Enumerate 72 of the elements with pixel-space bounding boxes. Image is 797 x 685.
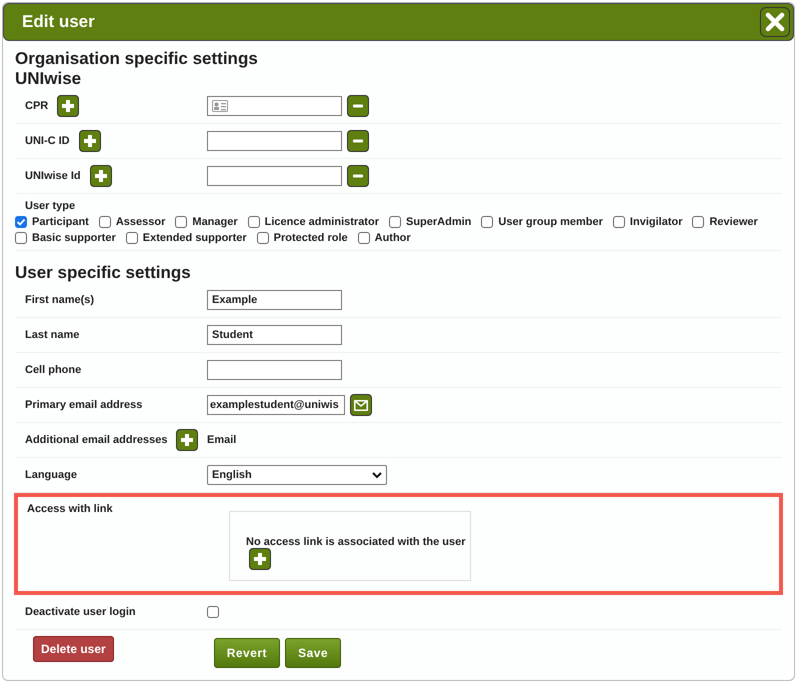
checkbox-label: SuperAdmin xyxy=(406,216,472,228)
field-label: Deactivate user login xyxy=(25,606,136,618)
checkbox[interactable] xyxy=(358,232,370,244)
checkbox[interactable] xyxy=(256,232,269,244)
remove-button[interactable] xyxy=(347,95,369,117)
language-dropdown[interactable]: English xyxy=(207,465,387,485)
input-field[interactable] xyxy=(207,96,342,116)
checkbox-label: Participant xyxy=(32,216,89,228)
checkbox[interactable] xyxy=(481,216,494,228)
field-label: Last name xyxy=(25,329,80,341)
input-field[interactable] xyxy=(207,360,342,380)
add-button[interactable] xyxy=(176,429,198,451)
checkbox[interactable] xyxy=(207,606,219,618)
save-button[interactable]: Save xyxy=(285,638,342,668)
checkbox-label: Invigilator xyxy=(630,216,682,228)
checkbox-label: Reviewer xyxy=(709,216,758,228)
email-field[interactable]: examplestudent@uniwis xyxy=(207,395,345,415)
plus-icon xyxy=(253,552,267,566)
input-field[interactable] xyxy=(207,131,342,151)
delete-button[interactable]: Delete user xyxy=(33,636,114,662)
checkbox-label: Basic supporter xyxy=(32,232,116,244)
window-title: Edit user xyxy=(22,12,95,32)
field-label: Additional email addresses xyxy=(25,434,168,446)
checkbox[interactable] xyxy=(15,216,27,228)
checkbox-label: Assessor xyxy=(116,216,166,228)
checkbox[interactable] xyxy=(98,216,111,228)
add-button[interactable] xyxy=(57,95,80,117)
field-label: First name(s) xyxy=(25,294,94,306)
checkbox-label: Manager xyxy=(192,216,238,228)
envelope-icon xyxy=(354,400,368,410)
checkbox[interactable] xyxy=(692,216,704,228)
input-field[interactable]: Example xyxy=(207,290,342,310)
remove-button[interactable] xyxy=(347,165,369,187)
close-button[interactable] xyxy=(760,7,790,37)
chevron-icon xyxy=(372,472,382,478)
checkbox-label: Author xyxy=(374,232,411,244)
checkbox[interactable] xyxy=(612,216,625,228)
remove-button[interactable] xyxy=(347,130,369,152)
checkbox[interactable] xyxy=(15,232,27,244)
plus-icon xyxy=(61,99,76,113)
add-button[interactable] xyxy=(249,548,271,570)
field-label: User type xyxy=(25,200,76,212)
checkbox-label: Extended supporter xyxy=(142,232,247,244)
add-button[interactable] xyxy=(78,130,101,152)
field-label: Language xyxy=(25,469,77,481)
mail-button[interactable] xyxy=(350,394,372,416)
field-label: CPR xyxy=(25,100,48,112)
empty-message: No access link is associated with the user xyxy=(246,536,466,548)
field-label: UNI-C ID xyxy=(25,135,70,147)
checkbox-label: Protected role xyxy=(274,232,348,244)
input-field[interactable] xyxy=(207,166,342,186)
section-heading: User specific settings xyxy=(15,263,192,283)
checkbox[interactable] xyxy=(388,216,401,228)
add-button[interactable] xyxy=(90,165,112,187)
field-label: Cell phone xyxy=(25,364,82,376)
plus-icon xyxy=(180,433,194,447)
checkbox[interactable] xyxy=(126,232,138,244)
revert-button[interactable]: Revert xyxy=(214,638,280,668)
checkbox[interactable] xyxy=(248,216,260,228)
checkbox-label: Licence administrator xyxy=(264,216,379,228)
field-label: Primary email address xyxy=(25,399,142,411)
field-label: UNIwise Id xyxy=(25,170,81,182)
input-field[interactable]: Student xyxy=(207,325,342,345)
section-heading: Organisation specific settings xyxy=(15,49,259,69)
checkbox[interactable] xyxy=(175,216,188,228)
column-label: Email xyxy=(207,434,236,446)
id-card-icon xyxy=(212,100,228,112)
checkbox-label: User group member xyxy=(498,216,603,228)
plus-icon xyxy=(94,169,108,183)
plus-icon xyxy=(82,134,97,148)
field-label: Access with link xyxy=(27,503,113,515)
section-subheading: UNIwise xyxy=(15,69,82,89)
